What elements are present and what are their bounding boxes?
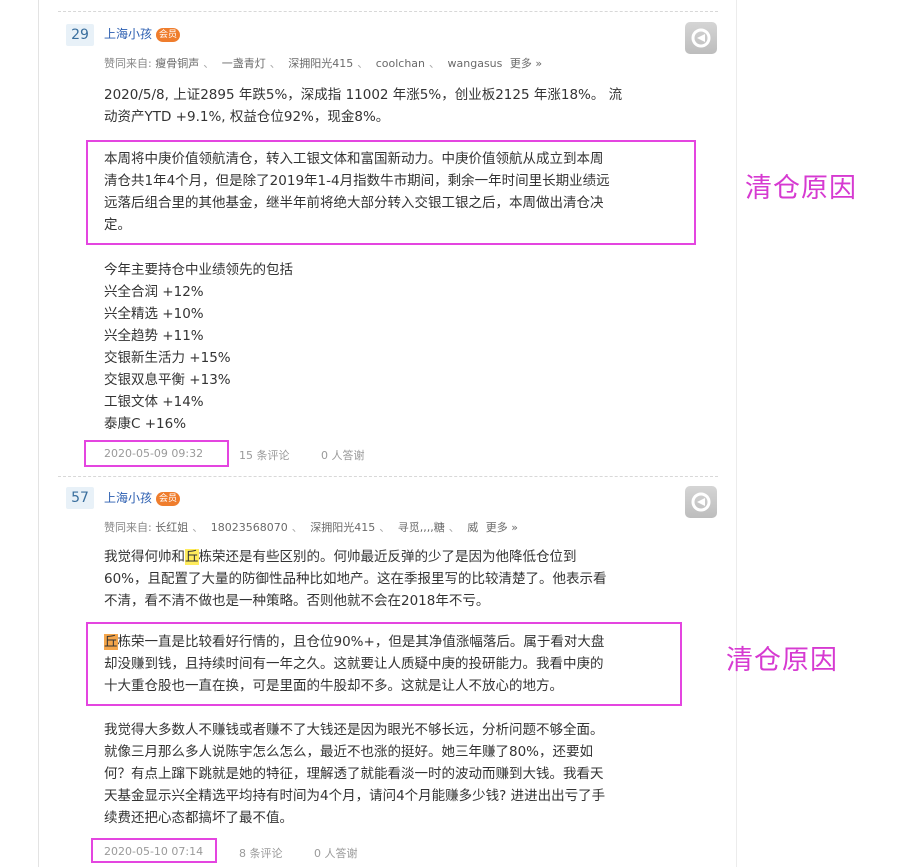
more-likers-link[interactable]: 更多 »	[486, 521, 518, 534]
post-paragraph: 2020/5/8, 上证2895 年跌5%，深成指 11002 年涨5%，创业板…	[104, 84, 674, 128]
text-span: 栋荣一直是比较看好行情的，且仓位90%+，但是其净值涨幅落后。属于看对大盘	[117, 634, 605, 650]
liker-link[interactable]: 寻觅,,,,糖	[398, 521, 445, 534]
likers-prefix: 赞同来自:	[104, 521, 152, 534]
search-highlight: 丘	[104, 634, 118, 650]
likers-line: 赞同来自: 瘦骨铜声、 一盏青灯、 深拥阳光415、 coolchan、 wan…	[104, 57, 543, 70]
post-divider	[58, 476, 718, 477]
liker-link[interactable]: 18023568070	[211, 521, 288, 534]
author-name[interactable]: 上海小孩	[104, 27, 152, 41]
text-line: 天基金显示兴全精选平均持有时间为4个月，请问4个月能赚多少钱? 进进出出亏了手	[104, 788, 606, 804]
avatar-placeholder-icon	[691, 28, 711, 48]
comments-link[interactable]: 15 条评论	[239, 447, 290, 463]
text-line: 就像三月那么多人说陈宇怎么怎么，最近不也涨的挺好。她三年赚了80%，还要如	[104, 744, 594, 760]
avatar[interactable]	[685, 486, 717, 518]
avatar[interactable]	[685, 22, 717, 54]
list-item: 兴全合润 +12%	[104, 284, 204, 300]
text-line: 十大重仓股也一直在换，可是里面的牛股却不多。这就是让人不放心的地方。	[104, 678, 563, 694]
list-item: 交银新生活力 +15%	[104, 350, 231, 366]
liker-link[interactable]: 长红姐	[155, 521, 188, 534]
liker-link[interactable]: 深拥阳光415	[288, 57, 353, 70]
text-line: 我觉得何帅和丘栋荣还是有些区别的。何帅最近反弹的少了是因为他降低仓位到	[104, 546, 674, 568]
text-line: 丘栋荣一直是比较看好行情的，且仓位90%+，但是其净值涨幅落后。属于看对大盘	[104, 631, 674, 653]
liker-link[interactable]: 深拥阳光415	[310, 521, 375, 534]
list-item: 兴全趋势 +11%	[104, 328, 204, 344]
text-line: 何？有点上蹿下跳就是她的特征，理解透了就能看淡一时的波动而赚到大钱。我看天	[104, 766, 604, 782]
annotation-label: 清仓原因	[745, 173, 857, 204]
liker-link[interactable]: wangasus	[448, 57, 503, 70]
text-line: 不清，看不清不做也是一种策略。否则他就不会在2018年不亏。	[104, 593, 490, 609]
post-date: 2020-05-10 07:14	[104, 845, 204, 858]
text-line: 动资产YTD +9.1%, 权益仓位92%，现金8%。	[104, 109, 390, 125]
vip-badge: 会员	[156, 28, 181, 42]
floor-number: 29	[66, 24, 94, 46]
list-item: 工银文体 +14%	[104, 394, 204, 410]
boxed-paragraph: 本周将中庚价值领航清仓，转入工银文体和富国新动力。中庚价值领航从成立到本周 清仓…	[104, 148, 674, 236]
right-sidebar	[736, 0, 915, 867]
liker-link[interactable]: 一盏青灯	[222, 57, 266, 70]
liker-link[interactable]: 威	[467, 521, 478, 534]
text-line: 60%，且配置了大量的防御性品种比如地产。这在季报里写的比较清楚了。他表示看	[104, 571, 607, 587]
holdings-list: 今年主要持仓中业绩领先的包括 兴全合润 +12% 兴全精选 +10% 兴全趋势 …	[104, 259, 674, 435]
author-link[interactable]: 上海小孩 会员	[104, 25, 181, 42]
list-item: 兴全精选 +10%	[104, 306, 204, 322]
text-line: 我觉得大多数人不赚钱或者赚不了大钱还是因为眼光不够长远，分析问题不够全面。	[104, 722, 604, 738]
post-paragraph: 我觉得何帅和丘栋荣还是有些区别的。何帅最近反弹的少了是因为他降低仓位到 60%，…	[104, 546, 674, 612]
post-paragraph: 我觉得大多数人不赚钱或者赚不了大钱还是因为眼光不够长远，分析问题不够全面。 就像…	[104, 719, 674, 829]
author-name[interactable]: 上海小孩	[104, 491, 152, 505]
left-border	[38, 0, 39, 867]
boxed-paragraph: 丘栋荣一直是比较看好行情的，且仓位90%+，但是其净值涨幅落后。属于看对大盘 却…	[104, 631, 674, 697]
text-span: 我觉得何帅和	[104, 549, 185, 565]
text-line: 续费还把心态都搞坏了最不值。	[104, 810, 293, 826]
text-line: 2020/5/8, 上证2895 年跌5%，深成指 11002 年涨5%，创业板…	[104, 87, 623, 103]
thanks-link[interactable]: 0 人答谢	[321, 447, 365, 463]
search-highlight: 丘	[185, 549, 199, 565]
floor-number: 57	[66, 487, 94, 509]
post-divider	[58, 11, 718, 12]
comments-link[interactable]: 8 条评论	[239, 845, 283, 861]
text-line: 却没赚到钱，且持续时间有一年之久。这就要让人质疑中庚的投研能力。我看中庚的	[104, 656, 604, 672]
list-item: 交银双息平衡 +13%	[104, 372, 231, 388]
liker-link[interactable]: 瘦骨铜声	[155, 57, 199, 70]
annotation-label: 清仓原因	[726, 645, 838, 676]
list-item: 泰康C +16%	[104, 416, 187, 432]
text-span: 栋荣还是有些区别的。何帅最近反弹的少了是因为他降低仓位到	[198, 549, 577, 565]
avatar-placeholder-icon	[691, 492, 711, 512]
author-link[interactable]: 上海小孩 会员	[104, 489, 181, 506]
text-line: 远落后组合里的其他基金，继半年前将绝大部分转入交银工银之后，本周做出清仓决	[104, 195, 604, 211]
likers-prefix: 赞同来自:	[104, 57, 152, 70]
text-line: 本周将中庚价值领航清仓，转入工银文体和富国新动力。中庚价值领航从成立到本周	[104, 151, 604, 167]
text-line: 清仓共1年4个月，但是除了2019年1-4月指数牛市期间，剩余一年时间里长期业绩…	[104, 173, 610, 189]
vip-badge: 会员	[156, 492, 181, 506]
text-line: 定。	[104, 217, 131, 233]
liker-link[interactable]: coolchan	[376, 57, 425, 70]
holdings-title: 今年主要持仓中业绩领先的包括	[104, 262, 293, 278]
more-likers-link[interactable]: 更多 »	[510, 57, 542, 70]
thanks-link[interactable]: 0 人答谢	[314, 845, 358, 861]
likers-line: 赞同来自: 长红姐、 18023568070、 深拥阳光415、 寻觅,,,,糖…	[104, 521, 518, 534]
post-date: 2020-05-09 09:32	[104, 447, 204, 460]
